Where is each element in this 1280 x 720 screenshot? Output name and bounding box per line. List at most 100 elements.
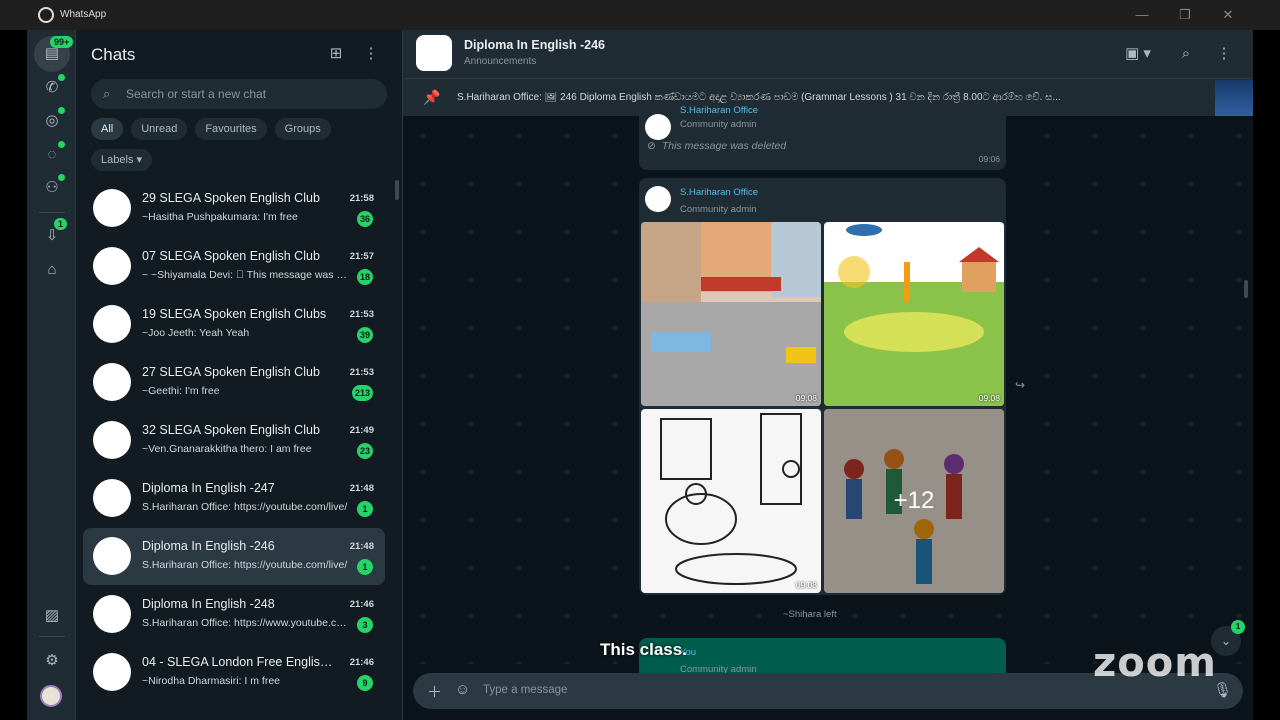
search-input[interactable]: ⌕ Search or start a new chat bbox=[91, 79, 387, 109]
conversation-header[interactable]: Diploma In English -246 Announcements ▣ … bbox=[403, 30, 1253, 78]
filter-favourites[interactable]: Favourites bbox=[195, 118, 267, 140]
conversation-panel: Diploma In English -246 Announcements ▣ … bbox=[403, 30, 1253, 720]
chat-preview: ~Geethi: I'm free bbox=[142, 385, 220, 397]
video-caption: This class. bbox=[600, 640, 687, 659]
chat-list-scrollbar[interactable] bbox=[395, 180, 399, 200]
chat-avatar bbox=[93, 653, 131, 691]
album-image-living-room-sketch[interactable]: 09:08 bbox=[641, 409, 821, 593]
media-icon[interactable]: ▨ bbox=[41, 605, 63, 627]
chat-avatar bbox=[93, 189, 131, 227]
status-dot bbox=[58, 107, 65, 114]
messages-scrollbar[interactable] bbox=[1244, 280, 1248, 298]
sticker-icon[interactable]: ☺ bbox=[455, 681, 470, 698]
close-icon[interactable]: ✕ bbox=[1219, 6, 1237, 24]
minimize-icon[interactable]: — bbox=[1133, 6, 1151, 24]
chat-time: 21:48 bbox=[349, 483, 374, 494]
unread-badge: 99+ bbox=[50, 36, 74, 48]
unread-count: 39 bbox=[356, 327, 373, 343]
calls-dot bbox=[58, 74, 65, 81]
chat-preview: ~Hasitha Pushpakumara: I'm free bbox=[142, 211, 298, 223]
scroll-down-badge: 1 bbox=[1231, 620, 1245, 634]
chat-preview: ~Nirodha Dharmasiri: I m free bbox=[142, 675, 281, 687]
communities-dot bbox=[58, 174, 65, 181]
chat-avatar bbox=[93, 537, 131, 575]
chat-time: 21:46 bbox=[349, 657, 374, 668]
message-area[interactable]: S.Hariharan Office Community admin ⊘ This… bbox=[403, 105, 1253, 678]
unread-count: 18 bbox=[356, 269, 373, 285]
unread-count: 9 bbox=[357, 675, 373, 691]
search-icon[interactable]: ⌕ bbox=[1175, 43, 1197, 65]
chat-row[interactable]: 07 SLEGA Spoken English Club ~ ~Shiyamal… bbox=[83, 238, 385, 295]
settings-gear-icon[interactable]: ⚙ bbox=[41, 650, 63, 672]
more-images-count[interactable]: +12 bbox=[824, 409, 1004, 593]
sender-role: Community admin bbox=[680, 204, 757, 215]
video-call-dropdown[interactable]: ▣ ▾ bbox=[1121, 43, 1155, 65]
labels-dropdown[interactable]: Labels ▾ bbox=[91, 149, 152, 171]
maximize-icon[interactable]: ❐ bbox=[1176, 6, 1194, 24]
chat-name: 27 SLEGA Spoken English Club bbox=[142, 365, 320, 379]
park-image bbox=[824, 222, 1004, 406]
deleted-message-bubble[interactable]: S.Hariharan Office Community admin ⊘ This… bbox=[639, 105, 1006, 170]
album-image-park[interactable]: 09:08 bbox=[824, 222, 1004, 406]
zoom-watermark: zoom bbox=[1093, 640, 1217, 686]
chat-avatar bbox=[93, 479, 131, 517]
chat-preview: S.Hariharan Office: https://youtube.com/… bbox=[142, 559, 348, 571]
conversation-title: Diploma In English -246 bbox=[464, 38, 605, 52]
album-image-city-street[interactable]: 09:08 bbox=[641, 222, 821, 406]
album-image-crowd[interactable]: +12 bbox=[824, 409, 1004, 593]
chat-row[interactable]: Diploma In English -247 S.Hariharan Offi… bbox=[83, 470, 385, 527]
unread-count: 3 bbox=[357, 617, 373, 633]
unread-count: 1 bbox=[357, 501, 373, 517]
forward-icon[interactable]: ↪ bbox=[1015, 378, 1025, 392]
chat-time: 21:53 bbox=[349, 367, 374, 378]
chat-row[interactable]: 19 SLEGA Spoken English Clubs ~Joo Jeeth… bbox=[83, 296, 385, 353]
image-time: 09:08 bbox=[978, 393, 1000, 403]
chat-preview: ~Ven.Gnanarakkitha thero: I am free bbox=[142, 443, 312, 455]
chat-row-selected[interactable]: Diploma In English -246 S.Hariharan Offi… bbox=[83, 528, 385, 585]
image-album: 09:08 09:08 09:08 +12 bbox=[641, 222, 1004, 593]
search-placeholder: Search or start a new chat bbox=[126, 87, 267, 101]
message-time: 09:06 bbox=[978, 154, 1000, 164]
attach-plus-icon[interactable]: ＋ bbox=[427, 681, 442, 702]
chat-list-panel: Chats ⊞ ⋮ ⌕ Search or start a new chat A… bbox=[76, 30, 403, 720]
unread-count: 23 bbox=[356, 443, 373, 459]
own-message-bubble[interactable]: You Community admin bbox=[639, 638, 1006, 678]
message-input[interactable]: Type a message bbox=[483, 684, 567, 696]
chat-preview: S.Hariharan Office: https://youtube.com/… bbox=[142, 501, 348, 513]
updates-badge: 1 bbox=[54, 218, 68, 230]
chat-avatar bbox=[93, 421, 131, 459]
menu-icon[interactable]: ⋮ bbox=[361, 44, 381, 64]
city-street-image bbox=[641, 222, 821, 406]
new-chat-icon[interactable]: ⊞ bbox=[326, 44, 346, 64]
chat-name: Diploma In English -247 bbox=[142, 481, 275, 495]
pinned-thumbnail[interactable] bbox=[1215, 80, 1253, 116]
chat-name: 07 SLEGA Spoken English Club bbox=[142, 249, 320, 263]
chat-row[interactable]: Diploma In English -248 S.Hariharan Offi… bbox=[83, 586, 385, 643]
chat-time: 21:46 bbox=[349, 599, 374, 610]
chats-title: Chats bbox=[91, 45, 136, 64]
chat-row[interactable]: 27 SLEGA Spoken English Club ~Geethi: I'… bbox=[83, 354, 385, 411]
chat-row[interactable]: 04 - SLEGA London Free English course ~N… bbox=[83, 644, 385, 701]
chat-name: 04 - SLEGA London Free English course bbox=[142, 655, 337, 669]
album-message-bubble[interactable]: S.Hariharan Office Community admin 09:08 bbox=[639, 178, 1006, 595]
filter-unread[interactable]: Unread bbox=[131, 118, 188, 140]
chat-row[interactable]: 32 SLEGA Spoken English Club ~Ven.Gnanar… bbox=[83, 412, 385, 469]
filter-all[interactable]: All bbox=[91, 118, 124, 140]
chat-name: Diploma In English -248 bbox=[142, 597, 275, 611]
deleted-label: This message was deleted bbox=[661, 140, 787, 152]
store-icon[interactable]: ⌂ bbox=[41, 259, 63, 281]
pin-icon: 📌 bbox=[423, 89, 441, 105]
window-title: WhatsApp bbox=[60, 9, 107, 20]
sender-name[interactable]: S.Hariharan Office bbox=[680, 187, 758, 198]
profile-avatar[interactable] bbox=[40, 685, 62, 707]
filter-groups[interactable]: Groups bbox=[274, 118, 331, 140]
image-time: 09:08 bbox=[795, 393, 817, 403]
chat-time: 21:57 bbox=[349, 251, 374, 262]
group-avatar[interactable] bbox=[416, 35, 452, 71]
sender-name[interactable]: S.Hariharan Office bbox=[680, 105, 758, 116]
chat-row[interactable]: 29 SLEGA Spoken English Club ~Hasitha Pu… bbox=[83, 180, 385, 237]
chat-avatar bbox=[93, 363, 131, 401]
menu-icon[interactable]: ⋮ bbox=[1213, 43, 1235, 65]
image-time: 09:08 bbox=[795, 580, 817, 590]
chat-time: 21:53 bbox=[349, 309, 374, 320]
